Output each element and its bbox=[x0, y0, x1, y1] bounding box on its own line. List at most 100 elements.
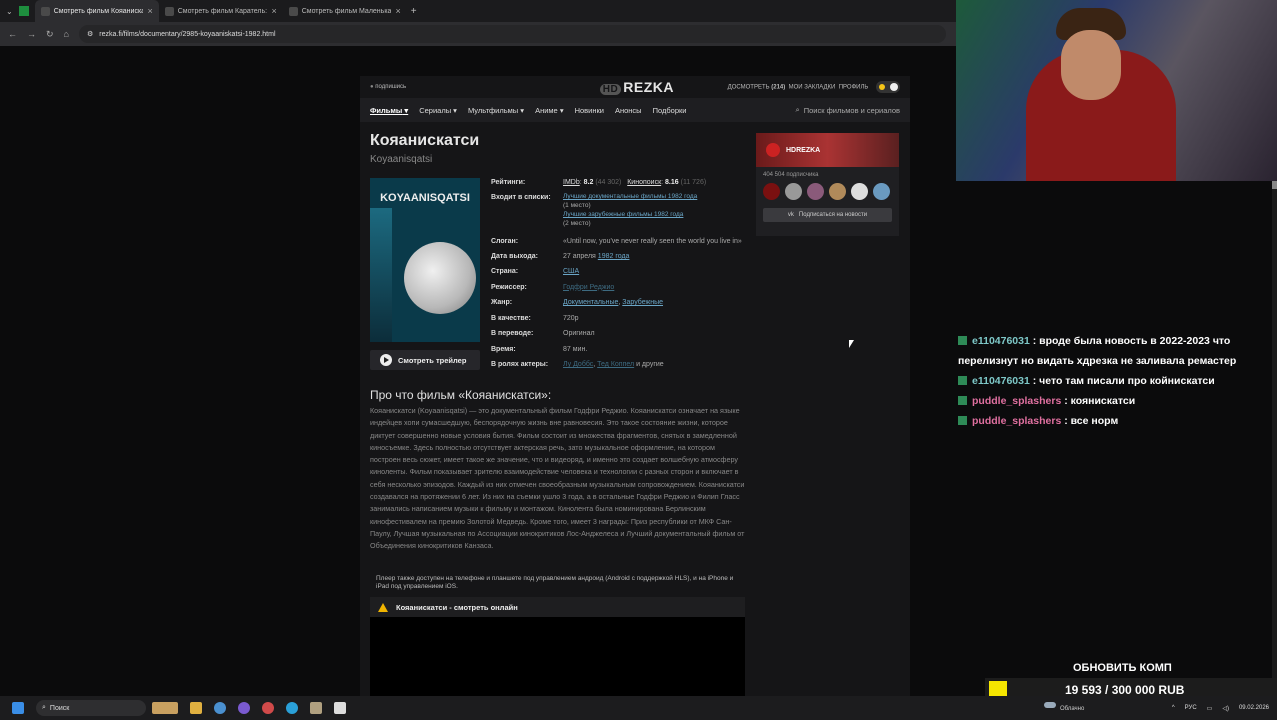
tab-menu-icon[interactable]: ⌄ bbox=[6, 7, 13, 16]
play-icon bbox=[380, 354, 392, 366]
network-icon[interactable]: ▭ bbox=[1207, 705, 1213, 712]
site-logo[interactable]: HD REZKA bbox=[599, 79, 674, 95]
weather-icon bbox=[1044, 702, 1056, 708]
genre-link[interactable]: Документальные bbox=[563, 299, 618, 306]
imdb-link[interactable]: IMDb bbox=[563, 179, 580, 186]
tab-punisher[interactable]: Смотреть фильм Каратель: Те × bbox=[159, 0, 283, 22]
user-icon: ● bbox=[370, 84, 374, 90]
list-link[interactable]: Лучшие зарубежные фильмы 1982 года bbox=[563, 211, 751, 220]
menu-cartoons[interactable]: Мультфильмы ▾ bbox=[468, 106, 524, 115]
windows-taskbar: ⌕ Поиск ^ РУС ▭ ◁) 09.02.2026 bbox=[0, 696, 1277, 720]
poster-image[interactable]: KOYAANISQATSI bbox=[370, 178, 480, 342]
scroll-thumb[interactable] bbox=[1272, 181, 1277, 189]
tab-little[interactable]: Смотреть фильм Маленькая × bbox=[283, 0, 407, 22]
folder-icon[interactable] bbox=[190, 702, 202, 714]
close-icon[interactable]: × bbox=[395, 6, 400, 16]
browser-tabbar: ⌄ Смотреть фильм Кояанискатси× Смотреть … bbox=[0, 0, 956, 22]
director-row: Режиссер: Годфри Реджио bbox=[491, 283, 615, 291]
about-text: Кояанискатси (Koyaanisqatsi) — это докум… bbox=[370, 406, 745, 551]
genre-row: Жанр: Документальные, Зарубежные bbox=[491, 299, 664, 307]
goal-amount: 19 593 / 300 000 RUB bbox=[1065, 683, 1185, 697]
actor-link[interactable]: Тед Коппел bbox=[597, 361, 634, 368]
clock-date[interactable]: 09.02.2026 bbox=[1239, 705, 1269, 711]
player-note: Плеер также доступен на телефоне и планш… bbox=[376, 575, 734, 590]
kp-link[interactable]: Кинопоиск bbox=[627, 179, 661, 186]
avatar[interactable] bbox=[851, 183, 868, 200]
app-icon[interactable] bbox=[262, 702, 274, 714]
vk-subscribe-button[interactable]: vk Подписаться на новости bbox=[763, 208, 892, 222]
widgets-icon[interactable] bbox=[152, 702, 178, 714]
app-icon[interactable] bbox=[238, 702, 250, 714]
subscribe-link[interactable]: ● подпишись bbox=[370, 84, 406, 90]
windows-start-icon[interactable] bbox=[12, 702, 24, 714]
widget-banner[interactable]: HDREZKA bbox=[756, 133, 899, 167]
chat-message: e110476031 : вроде была новость в 2022-2… bbox=[958, 335, 1237, 367]
page-scrollbar[interactable] bbox=[1272, 181, 1277, 696]
building-shape bbox=[370, 208, 392, 342]
chrome-icon[interactable] bbox=[214, 702, 226, 714]
menu-films[interactable]: Фильмы ▾ bbox=[370, 106, 408, 115]
vk-icon: vk bbox=[787, 212, 794, 218]
telegram-icon[interactable] bbox=[286, 702, 298, 714]
avatar[interactable] bbox=[807, 183, 824, 200]
menu-collections[interactable]: Подборки bbox=[653, 106, 687, 115]
home-icon[interactable]: ⌂ bbox=[64, 29, 69, 39]
menu-anime[interactable]: Аниме ▾ bbox=[535, 106, 564, 115]
menu-new[interactable]: Новинки bbox=[575, 106, 604, 115]
language-indicator[interactable]: РУС bbox=[1185, 705, 1197, 711]
favicon-icon bbox=[288, 6, 298, 16]
tab-koyaanisqatsi[interactable]: Смотреть фильм Кояанискатси× bbox=[34, 0, 159, 22]
tray-arrow-icon[interactable]: ^ bbox=[1172, 705, 1175, 711]
profile-link[interactable]: ПРОФИЛЬ bbox=[839, 85, 869, 91]
avatar[interactable] bbox=[785, 183, 802, 200]
avatar-row bbox=[756, 183, 899, 200]
address-bar: ← → ↻ ⌂ ⚙ rezka.fi/films/documentary/2985… bbox=[0, 22, 956, 46]
close-icon[interactable]: × bbox=[271, 6, 276, 16]
page-title: Кояанискатси bbox=[370, 132, 480, 149]
slogan-row: Слоган: «Until now, you've never really s… bbox=[491, 237, 742, 245]
actor-link[interactable]: Лу Доббс bbox=[563, 361, 593, 368]
site-search[interactable]: ⌕ Поиск фильмов и сериалов bbox=[796, 105, 900, 115]
social-widget: HDREZKA 404 504 подписчика vk Подписаться… bbox=[756, 133, 899, 236]
obs-icon[interactable] bbox=[334, 702, 346, 714]
url-field[interactable]: ⚙ rezka.fi/films/documentary/2985-koyaani… bbox=[78, 25, 946, 43]
watch-later-link[interactable]: ДОСМОТРЕТЬ (214) bbox=[728, 85, 786, 91]
subscriber-count: 404 504 подписчика bbox=[763, 172, 819, 178]
avatar[interactable] bbox=[763, 183, 780, 200]
ratings-row: Рейтинги: IMDb: 8.2 (44 302) Кинопоиск: 8… bbox=[491, 179, 707, 186]
site-info-icon[interactable]: ⚙ bbox=[87, 30, 93, 38]
watch-online-bar: Кояанискатси - смотреть онлайн bbox=[370, 597, 745, 617]
country-link[interactable]: США bbox=[563, 268, 579, 275]
list-link[interactable]: Лучшие документальные фильмы 1982 года bbox=[563, 193, 751, 202]
url-text: rezka.fi/films/documentary/2985-koyaanis… bbox=[99, 30, 276, 38]
favicon-icon bbox=[164, 6, 174, 16]
site-header: ● подпишись HD REZKA ДОСМОТРЕТЬ (214) МОИ… bbox=[360, 76, 910, 98]
director-link[interactable]: Годфри Реджио bbox=[563, 284, 614, 291]
back-icon[interactable]: ← bbox=[8, 29, 17, 39]
avatar[interactable] bbox=[873, 183, 890, 200]
menu-announces[interactable]: Анонсы bbox=[615, 106, 642, 115]
close-icon[interactable]: × bbox=[147, 6, 152, 16]
taskbar-search[interactable]: ⌕ Поиск bbox=[36, 700, 146, 716]
theme-toggle[interactable] bbox=[876, 81, 900, 93]
avatar[interactable] bbox=[829, 183, 846, 200]
year-link[interactable]: 1982 года bbox=[598, 253, 630, 260]
bookmarks-link[interactable]: МОИ ЗАКЛАДКИ bbox=[789, 85, 836, 91]
new-tab-icon[interactable]: + bbox=[411, 6, 417, 17]
menu-series[interactable]: Сериалы ▾ bbox=[419, 106, 457, 115]
quality-row: В качестве: 720p bbox=[491, 314, 579, 322]
site-page: ● подпишись HD REZKA ДОСМОТРЕТЬ (214) МОИ… bbox=[360, 76, 910, 696]
forward-icon[interactable]: → bbox=[27, 29, 36, 39]
donation-goal-title: ОБНОВИТЬ КОМП bbox=[1073, 662, 1172, 674]
chat-message: puddle_splashers : все норм bbox=[958, 411, 1258, 431]
reload-icon[interactable]: ↻ bbox=[46, 29, 54, 40]
app-icon[interactable] bbox=[310, 702, 322, 714]
country-row: Страна: США bbox=[491, 268, 580, 276]
genre-link[interactable]: Зарубежные bbox=[622, 299, 663, 306]
trailer-button[interactable]: Смотреть трейлер bbox=[370, 350, 480, 370]
chat-badge-icon bbox=[958, 396, 967, 405]
video-player[interactable] bbox=[370, 617, 745, 696]
sheets-icon[interactable] bbox=[18, 6, 29, 16]
volume-icon[interactable]: ◁) bbox=[1222, 705, 1229, 712]
about-title: Про что фильм «Кояанискатси»: bbox=[370, 388, 552, 402]
